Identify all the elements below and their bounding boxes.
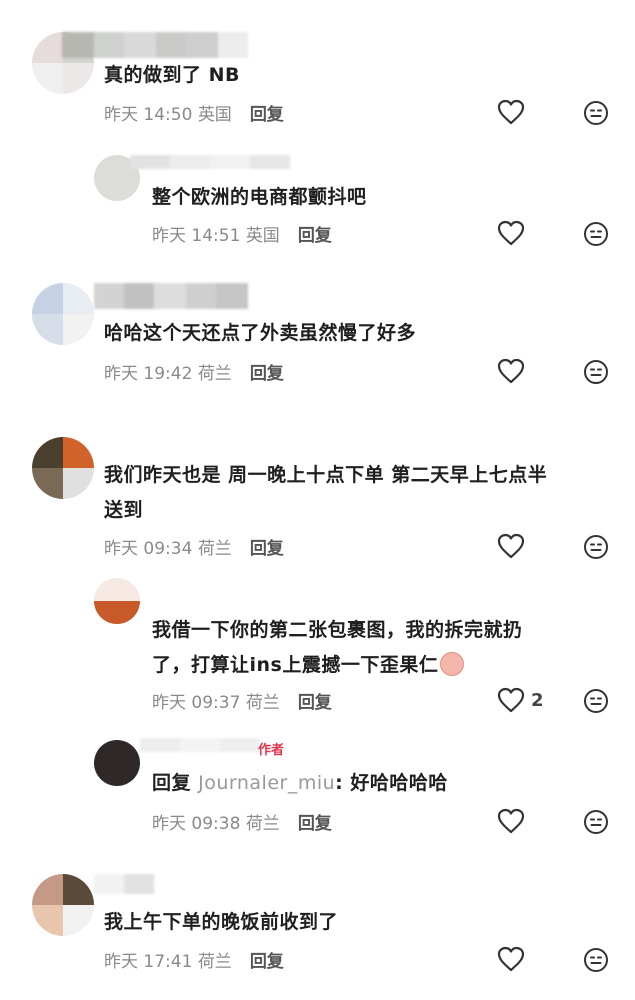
comment-text-line: 我们昨天也是 周一晚上十点下单 第二天早上七点半 — [104, 464, 548, 486]
comment-text-line: 送到 — [104, 499, 144, 521]
comment-meta: 昨天 14:51 英国 回复 — [152, 221, 332, 246]
comment-date: 昨天 09:38 荷兰 — [152, 814, 280, 834]
heart-outline-icon — [497, 358, 525, 384]
reply-text: : 好哈哈哈哈 — [335, 772, 448, 794]
heart-outline-icon — [497, 99, 525, 125]
comment-meta: 昨天 17:41 荷兰 回复 — [104, 947, 284, 972]
comment-date: 昨天 09:34 荷兰 — [104, 539, 232, 559]
comment-text-line: 我借一下你的第二张包裹图，我的拆完就扔 — [152, 619, 523, 641]
username-pixelated[interactable] — [62, 32, 248, 58]
dislike-button[interactable] — [583, 688, 609, 714]
avatar[interactable] — [94, 740, 140, 786]
reply-prefix: 回复 — [152, 772, 199, 794]
reply-button[interactable]: 回复 — [250, 947, 284, 972]
neutral-face-icon — [584, 222, 608, 246]
avatar[interactable] — [32, 874, 94, 936]
username-pixelated[interactable] — [130, 155, 290, 169]
avatar[interactable] — [32, 437, 94, 499]
reply-button[interactable]: 回复 — [250, 534, 284, 559]
comment-date: 昨天 14:50 英国 — [104, 105, 232, 125]
author-badge: 作者 — [258, 743, 285, 758]
heart-outline-icon — [497, 946, 525, 972]
username-pixelated[interactable] — [94, 874, 154, 894]
username-pixelated[interactable] — [94, 283, 248, 309]
comment-text: 回复 Journaler_miu: 好哈哈哈哈 — [152, 766, 448, 801]
heart-outline-icon — [497, 687, 525, 713]
neutral-face-icon — [584, 810, 608, 834]
dislike-button[interactable] — [583, 100, 609, 126]
comment-text: 我们昨天也是 周一晚上十点下单 第二天早上七点半 送到 — [104, 458, 547, 528]
heart-outline-icon — [497, 220, 525, 246]
avatar[interactable] — [32, 283, 94, 345]
neutral-face-icon — [584, 101, 608, 125]
comment-date: 昨天 14:51 英国 — [152, 226, 280, 246]
comment-meta: 昨天 19:42 荷兰 回复 — [104, 359, 284, 384]
like-button[interactable] — [497, 946, 525, 972]
reply-button[interactable]: 回复 — [250, 359, 284, 384]
reply-to-username[interactable]: Journaler_miu — [198, 772, 335, 794]
dislike-button[interactable] — [583, 359, 609, 385]
comment-date: 昨天 09:37 荷兰 — [152, 693, 280, 713]
comment-text: 整个欧洲的电商都颤抖吧 — [152, 186, 367, 208]
avatar[interactable] — [94, 578, 140, 624]
comment-text: 真的做到了 NB — [104, 64, 240, 86]
comment-meta: 昨天 14:50 英国 回复 — [104, 100, 284, 125]
reply-button[interactable]: 回复 — [250, 100, 284, 125]
reply-button[interactable]: 回复 — [298, 809, 332, 834]
comment-meta: 昨天 09:34 荷兰 回复 — [104, 534, 284, 559]
comment-date: 昨天 19:42 荷兰 — [104, 364, 232, 384]
dislike-button[interactable] — [583, 947, 609, 973]
neutral-face-icon — [584, 948, 608, 972]
heart-outline-icon — [497, 808, 525, 834]
like-button[interactable]: 2 — [497, 687, 544, 713]
neutral-face-icon — [584, 360, 608, 384]
like-button[interactable] — [497, 99, 525, 125]
comment-text-line: 了，打算让ins上震撼一下歪果仁 — [152, 648, 523, 683]
like-button[interactable] — [497, 533, 525, 559]
like-button[interactable] — [497, 358, 525, 384]
neutral-face-icon — [584, 535, 608, 559]
crying-face-emoji — [440, 651, 465, 676]
like-button[interactable] — [497, 808, 525, 834]
comment-meta: 昨天 09:37 荷兰 回复 — [152, 688, 332, 713]
comment-text: 我上午下单的晚饭前收到了 — [104, 911, 339, 933]
comment-date: 昨天 17:41 荷兰 — [104, 952, 232, 972]
reply-button[interactable]: 回复 — [298, 221, 332, 246]
comment-meta: 昨天 09:38 荷兰 回复 — [152, 809, 332, 834]
like-count: 2 — [531, 689, 544, 711]
dislike-button[interactable] — [583, 221, 609, 247]
like-button[interactable] — [497, 220, 525, 246]
dislike-button[interactable] — [583, 809, 609, 835]
reply-button[interactable]: 回复 — [298, 688, 332, 713]
comment-text: 我借一下你的第二张包裹图，我的拆完就扔 了，打算让ins上震撼一下歪果仁 — [152, 613, 523, 683]
heart-outline-icon — [497, 533, 525, 559]
dislike-button[interactable] — [583, 534, 609, 560]
username-pixelated[interactable] — [140, 738, 260, 752]
neutral-face-icon — [584, 689, 608, 713]
comment-text: 哈哈这个天还点了外卖虽然慢了好多 — [104, 322, 417, 344]
